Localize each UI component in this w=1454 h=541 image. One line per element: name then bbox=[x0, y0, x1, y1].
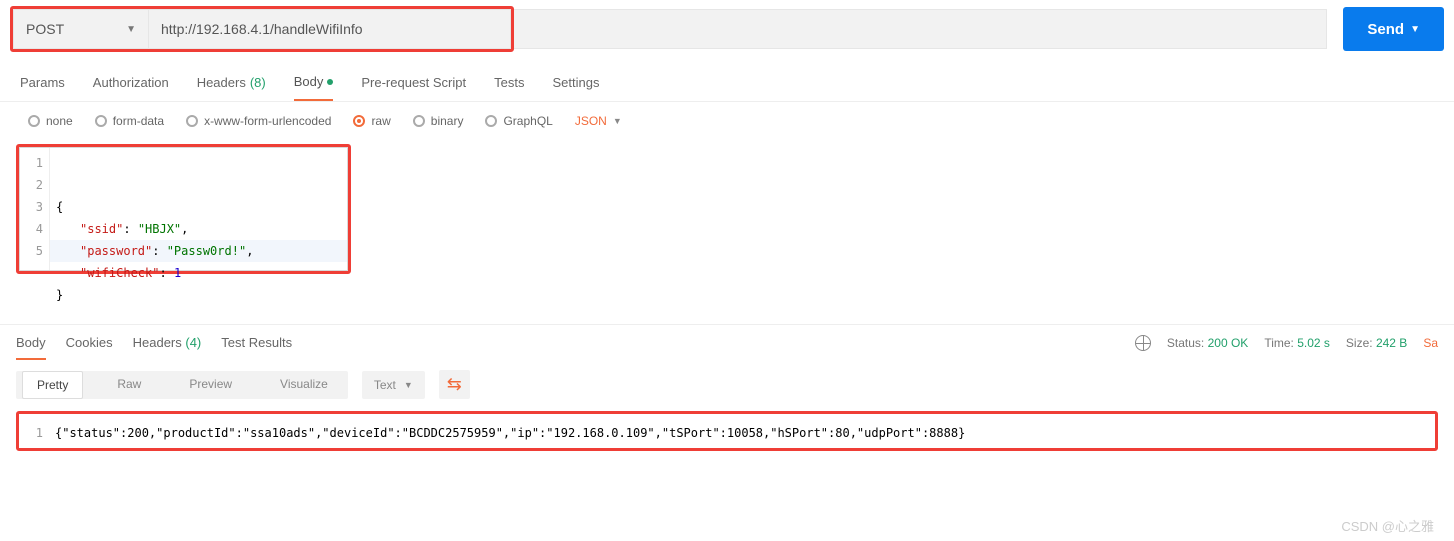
response-code[interactable]: {"status":200,"productId":"ssa10ads","de… bbox=[49, 418, 1435, 444]
view-raw[interactable]: Raw bbox=[103, 371, 155, 399]
send-button[interactable]: Send ▼ bbox=[1343, 7, 1444, 51]
radio-raw[interactable]: raw bbox=[353, 114, 390, 128]
request-body-editor[interactable]: 12345 { "ssid": "HBJX", "password": "Pas… bbox=[19, 147, 348, 271]
radio-binary[interactable]: binary bbox=[413, 114, 464, 128]
tab-tests[interactable]: Tests bbox=[494, 74, 524, 101]
address-bar: POST ▼ http://192.168.4.1/handleWifiInfo… bbox=[0, 0, 1454, 58]
radio-icon bbox=[485, 115, 497, 127]
body-format-select[interactable]: JSON ▼ bbox=[575, 114, 622, 128]
line-gutter: 1 bbox=[19, 418, 49, 444]
request-body-highlight: 12345 { "ssid": "HBJX", "password": "Pas… bbox=[16, 144, 351, 274]
response-meta: Status: 200 OK Time: 5.02 s Size: 242 B … bbox=[1135, 335, 1438, 351]
tab-headers[interactable]: Headers (8) bbox=[197, 74, 266, 101]
line-gutter: 12345 bbox=[20, 148, 50, 270]
tab-prerequest[interactable]: Pre-request Script bbox=[361, 74, 466, 101]
watermark: CSDN @心之雅 bbox=[1341, 516, 1434, 535]
dot-indicator-icon bbox=[327, 79, 333, 85]
radio-icon bbox=[95, 115, 107, 127]
send-label: Send bbox=[1367, 21, 1404, 38]
time-meta: Time: 5.02 s bbox=[1264, 336, 1330, 350]
status-meta: Status: 200 OK bbox=[1167, 336, 1248, 350]
view-preview[interactable]: Preview bbox=[175, 371, 246, 399]
response-view-row: Pretty Raw Preview Visualize Text ▼ ⇆ bbox=[0, 360, 1454, 409]
request-url-group: POST ▼ http://192.168.4.1/handleWifiInfo bbox=[10, 6, 514, 52]
tab-body[interactable]: Body bbox=[294, 74, 334, 101]
url-input[interactable]: http://192.168.4.1/handleWifiInfo bbox=[149, 9, 511, 49]
request-body-editor-wrap: 12345 { "ssid": "HBJX", "password": "Pas… bbox=[16, 144, 1438, 274]
resp-tab-body[interactable]: Body bbox=[16, 335, 46, 360]
save-response-button[interactable]: Sa bbox=[1423, 336, 1438, 350]
radio-icon bbox=[28, 115, 40, 127]
url-input-extension[interactable] bbox=[514, 9, 1327, 49]
http-method-select[interactable]: POST ▼ bbox=[13, 9, 149, 49]
chevron-down-icon: ▼ bbox=[404, 380, 413, 390]
size-meta: Size: 242 B bbox=[1346, 336, 1407, 350]
wrap-lines-icon[interactable]: ⇆ bbox=[439, 370, 470, 399]
radio-graphql[interactable]: GraphQL bbox=[485, 114, 552, 128]
chevron-down-icon: ▼ bbox=[613, 116, 622, 126]
chevron-down-icon: ▼ bbox=[1410, 24, 1420, 35]
view-mode-group: Pretty Raw Preview Visualize bbox=[16, 371, 348, 399]
radio-icon bbox=[413, 115, 425, 127]
tab-params[interactable]: Params bbox=[20, 74, 65, 101]
radio-formdata[interactable]: form-data bbox=[95, 114, 164, 128]
response-format-select[interactable]: Text ▼ bbox=[362, 371, 425, 399]
code-area[interactable]: { "ssid": "HBJX", "password": "Passw0rd!… bbox=[50, 148, 347, 270]
request-tabs: Params Authorization Headers (8) Body Pr… bbox=[0, 58, 1454, 102]
tab-settings[interactable]: Settings bbox=[552, 74, 599, 101]
view-visualize[interactable]: Visualize bbox=[266, 371, 342, 399]
view-pretty[interactable]: Pretty bbox=[22, 371, 83, 399]
globe-icon[interactable] bbox=[1135, 335, 1151, 351]
url-value: http://192.168.4.1/handleWifiInfo bbox=[161, 21, 363, 37]
radio-icon bbox=[186, 115, 198, 127]
radio-xwww[interactable]: x-www-form-urlencoded bbox=[186, 114, 331, 128]
response-body-editor[interactable]: 1 {"status":200,"productId":"ssa10ads","… bbox=[19, 414, 1435, 448]
tab-authorization[interactable]: Authorization bbox=[93, 74, 169, 101]
chevron-down-icon: ▼ bbox=[126, 24, 136, 35]
radio-icon bbox=[353, 115, 365, 127]
body-type-row: none form-data x-www-form-urlencoded raw… bbox=[0, 102, 1454, 140]
radio-none[interactable]: none bbox=[28, 114, 73, 128]
http-method-value: POST bbox=[26, 21, 64, 37]
response-body-highlight: 1 {"status":200,"productId":"ssa10ads","… bbox=[16, 411, 1438, 451]
